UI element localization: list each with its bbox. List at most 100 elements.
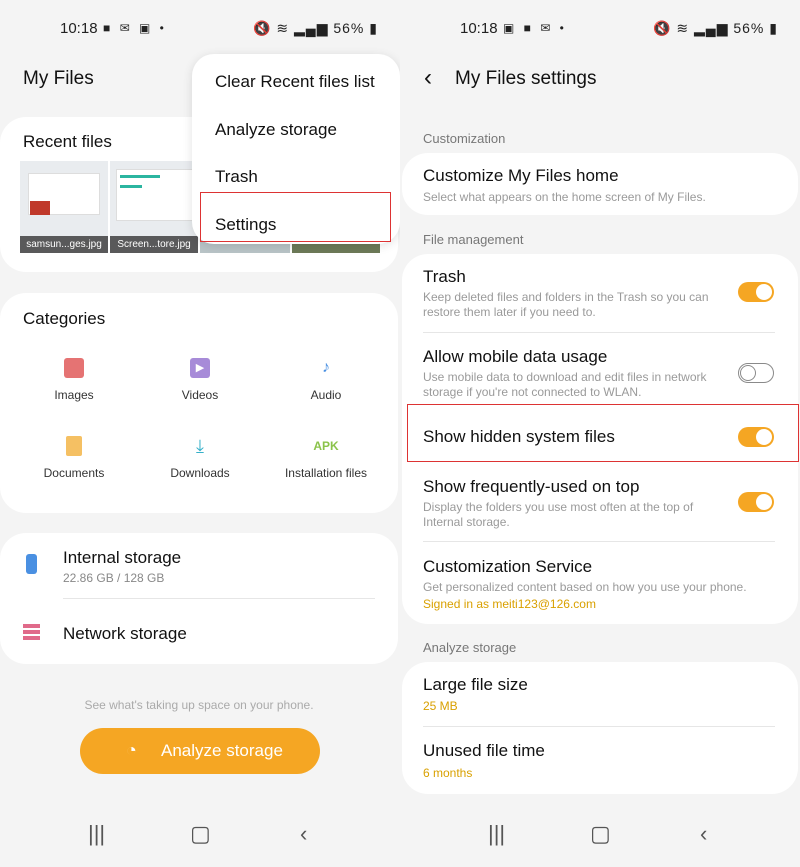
frequent-on-top-row[interactable]: Show frequently-used on top Display the … (400, 472, 798, 534)
menu-analyze-storage[interactable]: Analyze storage (215, 120, 337, 140)
analyze-hint: See what's taking up space on your phone… (84, 698, 314, 712)
my-files-home-screen: 10:18 ■ ✉ ▣ • 🔇 ≋ ▂▄▆ 56% ▮ My Files Rec… (0, 0, 401, 867)
server-icon (23, 624, 40, 640)
unused-file-time-title: Unused file time (423, 741, 545, 760)
download-icon: ⤓ (196, 436, 204, 456)
divider (423, 332, 775, 333)
recent-apps-icon[interactable]: ||| (488, 821, 505, 847)
recent-thumb-2[interactable]: Screen...tore.jpg (110, 161, 198, 253)
hidden-files-highlight-box (407, 404, 799, 462)
section-file-management: File management (423, 232, 524, 247)
large-file-size-title: Large file size (423, 675, 528, 694)
large-file-size-row[interactable]: Large file size 25 MB (400, 670, 798, 722)
customize-home-row[interactable]: Customize My Files home Select what appe… (400, 160, 798, 210)
frequent-on-top-subtitle: Display the folders you use most often a… (423, 500, 694, 529)
analyze-icon: ◔ (126, 740, 137, 760)
customization-service-title: Customization Service (423, 557, 593, 576)
audio-icon: ♪ (322, 359, 330, 376)
category-images[interactable]: Images (14, 358, 134, 402)
menu-clear-recent[interactable]: Clear Recent files list (215, 72, 375, 92)
network-storage-row[interactable]: Network storage (0, 612, 398, 656)
battery-percent: 56% (333, 20, 365, 36)
categories-title: Categories (23, 309, 106, 328)
status-time: 10:18 (60, 20, 98, 37)
signal-icon: ▂▄▆ (294, 20, 329, 36)
battery-icon: ▮ (369, 20, 378, 36)
home-icon[interactable]: ▢ (590, 821, 611, 847)
network-storage-label: Network storage (63, 624, 187, 643)
customization-service-row[interactable]: Customization Service Get personalized c… (400, 552, 798, 618)
status-bar: 10:18 ■ ✉ ▣ • 🔇 ≋ ▂▄▆ 56% ▮ (0, 18, 400, 42)
divider (423, 541, 775, 542)
internal-storage-usage: 22.86 GB / 128 GB (63, 571, 165, 585)
mobile-data-toggle[interactable] (738, 363, 774, 383)
images-icon (64, 358, 84, 378)
category-label: Videos (181, 388, 219, 402)
mobile-data-subtitle: Use mobile data to download and edit fil… (423, 370, 707, 399)
videos-icon: ▶ (190, 358, 210, 378)
mute-icon: 🔇 (253, 20, 272, 36)
documents-icon (66, 436, 82, 456)
mute-icon: 🔇 (653, 20, 672, 36)
category-label: Downloads (170, 466, 230, 480)
category-label: Audio (310, 388, 342, 402)
mobile-data-title: Allow mobile data usage (423, 347, 608, 366)
unused-file-time-row[interactable]: Unused file time 6 months (400, 736, 798, 788)
notification-icons: ■ ✉ ▣ • (103, 21, 167, 35)
frequent-on-top-toggle[interactable] (738, 492, 774, 512)
internal-storage-row[interactable]: Internal storage 22.86 GB / 128 GB (0, 540, 398, 600)
status-time: 10:18 (460, 20, 498, 37)
internal-storage-label: Internal storage (63, 548, 182, 567)
section-customization: Customization (423, 131, 506, 146)
navigation-bar: ||| ▢ ‹ (400, 807, 800, 867)
category-installation-files[interactable]: APK Installation files (266, 436, 386, 480)
frequent-on-top-title: Show frequently-used on top (423, 477, 640, 496)
recent-files-title: Recent files (23, 132, 112, 151)
category-label: Documents (43, 466, 105, 480)
section-analyze-storage: Analyze storage (423, 640, 517, 655)
large-file-size-value: 25 MB (423, 699, 458, 713)
unused-file-time-value: 6 months (423, 766, 473, 780)
mobile-data-row[interactable]: Allow mobile data usage Use mobile data … (400, 342, 798, 404)
recent-thumb-1[interactable]: samsun...ges.jpg (20, 161, 108, 253)
my-files-settings-screen: 10:18 ▣ ■ ✉ • 🔇 ≋ ▂▄▆ 56% ▮ ‹ My Files s… (400, 0, 800, 867)
app-title: My Files (23, 68, 94, 89)
category-audio[interactable]: ♪ Audio (266, 358, 386, 402)
category-documents[interactable]: Documents (14, 436, 134, 480)
battery-percent: 56% (733, 20, 765, 36)
back-icon[interactable]: ‹ (300, 821, 307, 847)
status-right: 🔇 ≋ ▂▄▆ 56% ▮ (653, 20, 778, 37)
category-downloads[interactable]: ⤓ Downloads (140, 436, 260, 480)
recent-apps-icon[interactable]: ||| (88, 821, 105, 847)
back-arrow-icon[interactable]: ‹ (424, 64, 432, 92)
home-icon[interactable]: ▢ (190, 821, 211, 847)
analyze-button-label: Analyze storage (161, 741, 283, 760)
trash-row[interactable]: Trash Keep deleted files and folders in … (400, 262, 798, 328)
status-right: 🔇 ≋ ▂▄▆ 56% ▮ (253, 20, 378, 37)
apk-icon: APK (313, 439, 339, 453)
divider (423, 726, 775, 727)
customization-service-subtitle: Get personalized content based on how yo… (423, 580, 747, 594)
wifi-icon: ≋ (676, 20, 690, 36)
back-icon[interactable]: ‹ (700, 821, 707, 847)
notification-icons: ▣ ■ ✉ • (503, 21, 567, 35)
settings-highlight-box (200, 192, 391, 242)
signal-icon: ▂▄▆ (694, 20, 729, 36)
status-bar: 10:18 ▣ ■ ✉ • 🔇 ≋ ▂▄▆ 56% ▮ (400, 18, 800, 42)
settings-header-title: My Files settings (455, 68, 597, 89)
category-videos[interactable]: ▶ Videos (140, 358, 260, 402)
menu-trash[interactable]: Trash (215, 167, 258, 187)
analyze-storage-button[interactable]: ◔ Analyze storage (80, 728, 320, 774)
divider (63, 598, 375, 599)
trash-subtitle: Keep deleted files and folders in the Tr… (423, 290, 709, 319)
category-label: Installation files (284, 466, 368, 480)
customize-home-title: Customize My Files home (423, 166, 619, 185)
thumb-caption: samsun...ges.jpg (20, 236, 108, 253)
battery-icon: ▮ (769, 20, 778, 36)
category-label: Images (54, 388, 94, 402)
wifi-icon: ≋ (276, 20, 290, 36)
navigation-bar: ||| ▢ ‹ (0, 807, 400, 867)
thumb-caption: Screen...tore.jpg (110, 236, 198, 253)
phone-icon (26, 554, 37, 574)
trash-toggle[interactable] (738, 282, 774, 302)
